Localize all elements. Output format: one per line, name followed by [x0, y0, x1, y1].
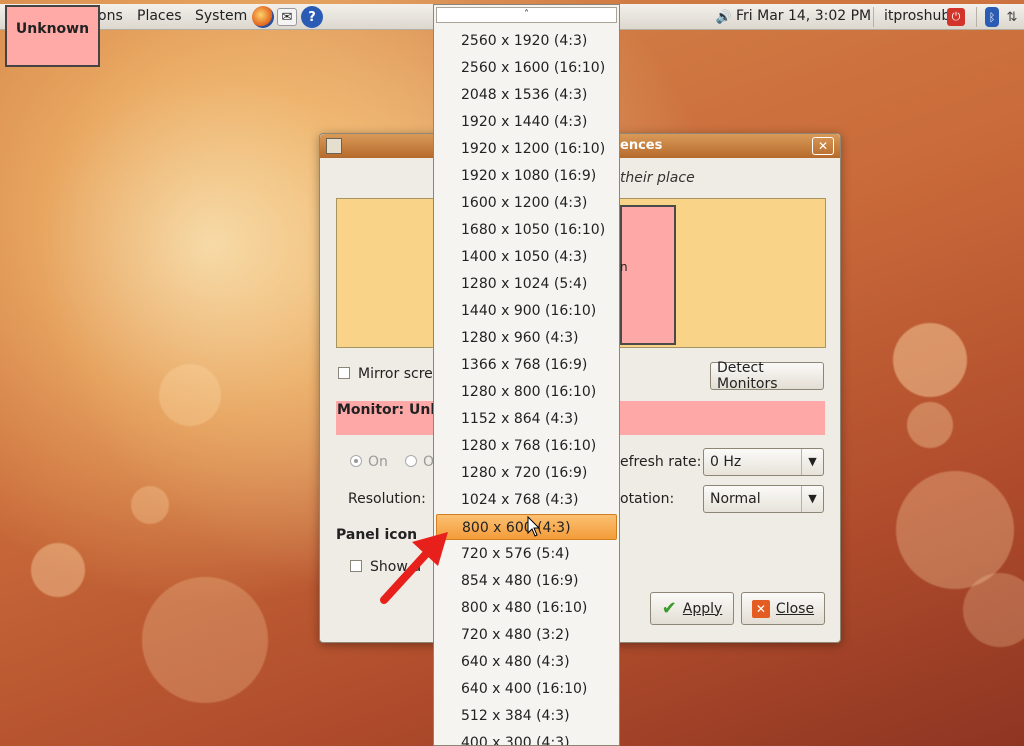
close-icon: ✕ [751, 599, 770, 618]
monitor-rectangle[interactable]: n [620, 205, 676, 345]
bluetooth-icon[interactable]: ᛒ [985, 7, 999, 27]
network-icon[interactable]: ⇅ [1003, 6, 1021, 28]
resolution-option[interactable]: 2560 x 1600 (16:10) [436, 55, 617, 81]
resolution-option[interactable]: 1366 x 768 (16:9) [436, 352, 617, 378]
show-displays-label: Show d [370, 559, 422, 575]
refresh-rate-combo[interactable]: 0 Hz ▼ [703, 448, 824, 476]
checkbox-box[interactable] [338, 367, 350, 379]
rotation-combo[interactable]: Normal ▼ [703, 485, 824, 513]
resolution-option[interactable]: 1280 x 960 (4:3) [436, 325, 617, 351]
close-label: Close [775, 600, 815, 617]
resolution-label: Resolution: [348, 491, 426, 507]
firefox-icon[interactable] [252, 6, 274, 28]
resolution-option[interactable]: 720 x 480 (3:2) [436, 622, 617, 648]
resolution-option[interactable]: 720 x 576 (5:4) [436, 541, 617, 567]
mail-icon[interactable]: ✉ [277, 8, 297, 26]
close-button[interactable]: ✕ Close [741, 592, 825, 625]
check-icon: ✔ [661, 598, 677, 619]
on-radio[interactable]: On [350, 454, 388, 470]
drag-hint: t their place [610, 170, 695, 186]
radio-dot[interactable] [405, 455, 417, 467]
apply-label: Apply [682, 600, 723, 617]
resolution-option[interactable]: 640 x 400 (16:10) [436, 676, 617, 702]
resolution-option[interactable]: 1920 x 1200 (16:10) [436, 136, 617, 162]
resolution-dropdown-list[interactable]: ˄ 2560 x 1920 (4:3) 2560 x 1600 (16:10) 20… [433, 4, 620, 746]
menu-applications[interactable]: ons [98, 8, 123, 24]
monitor-rect-label: n [620, 260, 628, 274]
resolution-option[interactable]: 1920 x 1080 (16:9) [436, 163, 617, 189]
volume-icon[interactable]: 🔊 [713, 6, 735, 28]
rotation-value: Normal [710, 491, 761, 507]
resolution-option[interactable]: 800 x 480 (16:10) [436, 595, 617, 621]
resolution-option[interactable]: 1280 x 1024 (5:4) [436, 271, 617, 297]
resolution-option[interactable]: 1280 x 720 (16:9) [436, 460, 617, 486]
radio-dot[interactable] [350, 455, 362, 467]
user-menu[interactable]: itproshub [884, 8, 950, 24]
clock[interactable]: Fri Mar 14, 3:02 PM [736, 8, 871, 24]
refresh-rate-label: efresh rate: [620, 454, 702, 470]
resolution-option[interactable]: 2048 x 1536 (4:3) [436, 82, 617, 108]
resolution-option[interactable]: 1280 x 800 (16:10) [436, 379, 617, 405]
window-icon [326, 138, 342, 154]
help-icon[interactable]: ? [301, 6, 323, 28]
panel-icon-heading: Panel icon [336, 527, 418, 543]
detect-monitors-button[interactable]: Detect Monitors [710, 360, 824, 392]
show-displays-checkbox[interactable]: Show d [350, 559, 421, 575]
refresh-rate-value: 0 Hz [710, 454, 742, 470]
checkbox-box[interactable] [350, 560, 362, 572]
on-label: On [368, 454, 388, 470]
mirror-label: Mirror scree [358, 366, 442, 382]
panel-separator [873, 7, 874, 27]
resolution-option[interactable]: 1600 x 1200 (4:3) [436, 190, 617, 216]
panel-separator [976, 7, 977, 27]
resolution-option[interactable]: 2560 x 1920 (4:3) [436, 28, 617, 54]
resolution-option[interactable]: 400 x 300 (4:3) [436, 730, 617, 745]
unknown-output-label: Unknown [5, 5, 100, 67]
resolution-option[interactable]: 1440 x 900 (16:10) [436, 298, 617, 324]
resolution-option[interactable]: 1920 x 1440 (4:3) [436, 109, 617, 135]
menu-places[interactable]: Places [137, 8, 182, 24]
chevron-down-icon[interactable]: ▼ [801, 486, 823, 512]
mirror-screens-checkbox[interactable]: Mirror scree [338, 366, 441, 382]
resolution-option[interactable]: 1152 x 864 (4:3) [436, 406, 617, 432]
off-radio[interactable]: O [405, 454, 434, 470]
apply-button[interactable]: ✔ Apply [650, 592, 734, 625]
resolution-option[interactable]: 1400 x 1050 (4:3) [436, 244, 617, 270]
resolution-option[interactable]: 512 x 384 (4:3) [436, 703, 617, 729]
resolution-option[interactable]: 854 x 480 (16:9) [436, 568, 617, 594]
scroll-up-arrow[interactable]: ˄ [436, 7, 617, 23]
chevron-down-icon[interactable]: ▼ [801, 449, 823, 475]
resolution-option[interactable]: 800 x 600 (4:3) [436, 514, 617, 540]
resolution-option[interactable]: 1024 x 768 (4:3) [436, 487, 617, 513]
resolution-option[interactable]: 640 x 480 (4:3) [436, 649, 617, 675]
power-icon[interactable]: ⏻ [947, 8, 965, 26]
close-icon[interactable]: ✕ [812, 137, 834, 155]
dialog-title: ences [620, 138, 663, 153]
menu-system[interactable]: System [195, 8, 247, 24]
resolution-option[interactable]: 1680 x 1050 (16:10) [436, 217, 617, 243]
resolution-option[interactable]: 1280 x 768 (16:10) [436, 433, 617, 459]
rotation-label: otation: [620, 491, 675, 507]
